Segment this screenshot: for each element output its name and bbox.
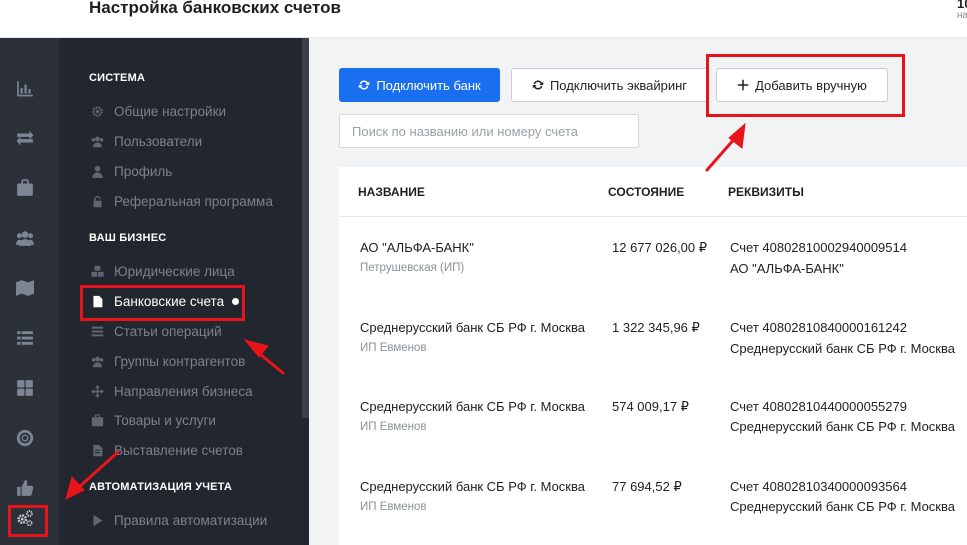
account-owner: Петрушевская (ИП) — [360, 262, 465, 274]
sidebar-item-label: Юридические лица — [114, 263, 235, 279]
invoice-icon — [89, 442, 105, 458]
account-bank: Среднерусский банк СБ РФ г. Москва — [730, 419, 955, 434]
account-owner: ИП Евменов — [360, 421, 427, 433]
sidebar-item-label: Направления бизнеса — [114, 383, 253, 399]
lifebuoy-icon[interactable] — [14, 427, 36, 449]
sidebar-item-automation-rules[interactable]: Правила автоматизации — [89, 509, 267, 531]
account-number: Счет 40802810002940009514 — [730, 240, 907, 255]
page-title: Настройка банковских счетов — [89, 0, 341, 17]
account-balance: 12 677 026,00 ₽ — [612, 240, 708, 255]
account-name[interactable]: Среднерусский банк СБ РФ г. Москва — [360, 399, 585, 414]
map-icon[interactable] — [14, 277, 36, 299]
lock-icon — [89, 193, 105, 209]
cubes-icon — [89, 263, 105, 279]
account-balance: 574 009,17 ₽ — [612, 399, 689, 414]
gear-icon — [89, 103, 105, 119]
account-owner: ИП Евменов — [360, 342, 427, 354]
annotation-box-add-manual — [706, 54, 905, 117]
connect-acquiring-button[interactable]: Подключить эквайринг — [511, 68, 708, 102]
account-balance: 1 322 345,96 ₽ — [612, 320, 700, 335]
sidebar-item-label: Правила автоматизации — [114, 512, 268, 528]
account-owner: ИП Евменов — [360, 501, 427, 513]
section-heading-system: СИСТЕМА — [89, 72, 146, 84]
sidebar-item-goods-services[interactable]: Товары и услуги — [89, 409, 216, 431]
table-header-divider — [339, 216, 967, 217]
sidebar-item-business-directions[interactable]: Направления бизнеса — [89, 380, 253, 402]
users-icon — [89, 133, 105, 149]
sidebar-item-invoicing[interactable]: Выставление счетов — [89, 439, 243, 461]
user-icon — [89, 163, 105, 179]
sidebar-item-label: Выставление счетов — [114, 442, 243, 458]
chart-icon[interactable] — [14, 77, 36, 99]
play-icon — [89, 512, 105, 528]
account-bank: Среднерусский банк СБ РФ г. Москва — [730, 341, 955, 356]
section-heading-automation: АВТОМАТИЗАЦИЯ УЧЕТА — [89, 481, 233, 493]
dashboard-icon[interactable] — [14, 377, 36, 399]
sidebar-item-label: Общие настройки — [114, 103, 227, 119]
thumbs-up-icon[interactable] — [14, 477, 36, 499]
account-number: Счет 40802810340000093564 — [730, 479, 907, 494]
sidebar-scrollbar[interactable] — [302, 38, 309, 418]
account-name[interactable]: АО "АЛЬФА-БАНК" — [360, 240, 474, 255]
header-counter-sub: на — [957, 10, 967, 21]
briefcase-icon — [89, 412, 105, 428]
account-balance: 77 694,52 ₽ — [612, 479, 682, 494]
sidebar-item-counterparty-groups[interactable]: Группы контрагентов — [89, 350, 245, 372]
users-icon — [89, 353, 105, 369]
transfer-icon[interactable] — [14, 127, 36, 149]
users-icon[interactable] — [14, 227, 36, 249]
column-header-name[interactable]: НАЗВАНИЕ — [358, 185, 425, 199]
list-icon[interactable] — [14, 327, 36, 349]
account-number: Счет 40802810840000161242 — [730, 320, 907, 335]
sidebar-item-profile[interactable]: Профиль — [89, 160, 172, 182]
arrows-icon — [89, 383, 105, 399]
column-header-details[interactable]: РЕКВИЗИТЫ — [728, 185, 804, 199]
annotation-box-settings — [8, 505, 48, 537]
refresh-icon — [359, 80, 370, 90]
account-number: Счет 40802810440000055279 — [730, 399, 907, 414]
column-header-status[interactable]: СОСТОЯНИЕ — [608, 185, 684, 199]
sidebar-item-label: Товары и услуги — [114, 412, 216, 428]
icon-rail — [0, 38, 59, 545]
connect-bank-label: Подключить банк — [376, 77, 481, 93]
list-icon — [89, 323, 105, 339]
sidebar-item-users[interactable]: Пользователи — [89, 130, 202, 152]
page-header: Настройка банковских счетов 10 на — [0, 0, 967, 38]
connect-acquiring-label: Подключить эквайринг — [549, 77, 688, 93]
account-name[interactable]: Среднерусский банк СБ РФ г. Москва — [360, 320, 585, 335]
sidebar-item-referral[interactable]: Реферальная программа — [89, 190, 273, 212]
sidebar-item-label: Профиль — [114, 163, 173, 179]
refresh-icon — [532, 80, 544, 90]
annotation-box-bank-accounts — [80, 285, 245, 321]
section-heading-business: ВАШ БИЗНЕС — [89, 232, 167, 244]
connect-bank-button[interactable]: Подключить банк — [339, 68, 500, 102]
sidebar-item-label: Группы контрагентов — [114, 353, 246, 369]
sidebar-item-label: Пользователи — [114, 133, 203, 149]
account-bank: Среднерусский банк СБ РФ г. Москва — [730, 499, 955, 514]
sidebar-item-legal-entities[interactable]: Юридические лица — [89, 260, 235, 282]
sidebar-item-label: Реферальная программа — [114, 193, 273, 209]
sidebar-item-general-settings[interactable]: Общие настройки — [89, 100, 226, 122]
account-name[interactable]: Среднерусский банк СБ РФ г. Москва — [360, 479, 585, 494]
briefcase-icon[interactable] — [14, 177, 36, 199]
sidebar-item-operation-categories[interactable]: Статьи операций — [89, 320, 222, 342]
account-bank: АО "АЛЬФА-БАНК" — [730, 261, 844, 276]
sidebar-item-label: Статьи операций — [114, 323, 222, 339]
search-input[interactable] — [339, 114, 639, 148]
